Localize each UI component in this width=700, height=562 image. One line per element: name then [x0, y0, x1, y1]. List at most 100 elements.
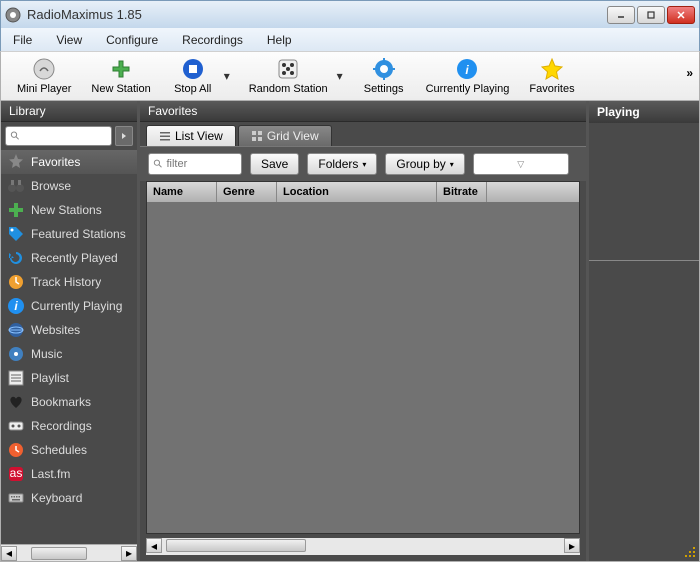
sidebar-item-new-stations[interactable]: New Stations: [1, 198, 137, 222]
sidebar-item-label: Recently Played: [31, 251, 118, 265]
divider: [589, 260, 699, 261]
scroll-track[interactable]: [17, 546, 121, 561]
favorites-header: Favorites: [140, 101, 586, 122]
sidebar-item-browse[interactable]: Browse: [1, 174, 137, 198]
scroll-left-button[interactable]: ◂: [146, 538, 162, 553]
list-icon: [7, 369, 25, 387]
undo-icon: [7, 249, 25, 267]
cassette-icon: [7, 417, 25, 435]
currently-playing-button[interactable]: i Currently Playing: [418, 55, 518, 97]
app-icon: [5, 7, 21, 23]
window-title: RadioMaximus 1.85: [27, 7, 607, 22]
binoculars-icon: [7, 177, 25, 195]
sidebar-item-label: New Stations: [31, 203, 102, 217]
sort-dropdown[interactable]: ▽: [473, 153, 569, 175]
heart-icon: [7, 393, 25, 411]
sidebar-item-websites[interactable]: Websites: [1, 318, 137, 342]
center-hscroll[interactable]: ◂ ▸: [146, 538, 580, 555]
sidebar-item-keyboard[interactable]: Keyboard: [1, 486, 137, 510]
menu-view[interactable]: View: [52, 31, 86, 49]
search-icon: [10, 130, 21, 142]
library-search-wrap[interactable]: [5, 126, 112, 146]
view-tabs: List View Grid View: [140, 122, 586, 146]
sidebar-item-currently-playing[interactable]: i Currently Playing: [1, 294, 137, 318]
center-panel: Favorites List View Grid View Save Folde…: [137, 101, 589, 561]
scroll-right-button[interactable]: ▸: [121, 546, 137, 561]
library-sidebar: Library FavoritesBrowseNew StationsFeatu…: [1, 101, 137, 561]
stop-all-dropdown[interactable]: ▾: [223, 56, 231, 96]
filter-input-wrap[interactable]: [148, 153, 242, 175]
sidebar-item-label: Featured Stations: [31, 227, 126, 241]
tab-grid-view[interactable]: Grid View: [238, 125, 332, 146]
library-search-go[interactable]: [115, 126, 133, 146]
radio-icon: [32, 57, 56, 81]
stations-table: NameGenreLocationBitrate: [146, 181, 580, 534]
sidebar-item-bookmarks[interactable]: Bookmarks: [1, 390, 137, 414]
sidebar-item-favorites[interactable]: Favorites: [1, 150, 137, 174]
sidebar-item-label: Currently Playing: [31, 299, 122, 313]
star-icon: [7, 153, 25, 171]
maximize-button[interactable]: [637, 6, 665, 24]
toolbar-overflow[interactable]: »: [686, 66, 693, 80]
resize-grip[interactable]: [683, 545, 697, 559]
save-button[interactable]: Save: [250, 153, 299, 175]
clock-icon: [7, 273, 25, 291]
table-body: [147, 202, 579, 533]
scroll-track[interactable]: [162, 538, 564, 553]
sidebar-item-label: Schedules: [31, 443, 87, 457]
sidebar-item-recently-played[interactable]: Recently Played: [1, 246, 137, 270]
sidebar-item-last-fm[interactable]: as Last.fm: [1, 462, 137, 486]
scroll-left-button[interactable]: ◂: [1, 546, 17, 561]
column-name[interactable]: Name: [147, 182, 217, 202]
dice-icon: [276, 57, 300, 81]
new-station-button[interactable]: New Station: [83, 55, 158, 97]
plus-icon: [7, 201, 25, 219]
sidebar-item-label: Keyboard: [31, 491, 82, 505]
gear-icon: [372, 57, 396, 81]
lastfm-icon: as: [7, 465, 25, 483]
scroll-thumb[interactable]: [166, 539, 306, 552]
stop-all-button[interactable]: Stop All: [163, 55, 223, 97]
caret-down-icon: ▾: [362, 160, 366, 169]
random-station-dropdown[interactable]: ▾: [336, 56, 344, 96]
settings-button[interactable]: Settings: [354, 55, 414, 97]
scroll-right-button[interactable]: ▸: [564, 538, 580, 553]
mini-player-button[interactable]: Mini Player: [9, 55, 79, 97]
menu-configure[interactable]: Configure: [102, 31, 162, 49]
info-icon: i: [455, 57, 479, 81]
favorites-button[interactable]: Favorites: [521, 55, 582, 97]
library-search-input[interactable]: [21, 130, 107, 142]
minimize-button[interactable]: [607, 6, 635, 24]
sidebar-item-music[interactable]: Music: [1, 342, 137, 366]
info-icon: i: [7, 297, 25, 315]
sidebar-item-label: Last.fm: [31, 467, 70, 481]
folders-button[interactable]: Folders▾: [307, 153, 377, 175]
sidebar-item-schedules[interactable]: Schedules: [1, 438, 137, 462]
globe-icon: [7, 321, 25, 339]
close-button[interactable]: [667, 6, 695, 24]
sidebar-item-featured-stations[interactable]: Featured Stations: [1, 222, 137, 246]
keyboard-icon: [7, 489, 25, 507]
list-icon: [159, 130, 171, 142]
sidebar-item-label: Music: [31, 347, 62, 361]
menu-recordings[interactable]: Recordings: [178, 31, 247, 49]
menu-file[interactable]: File: [9, 31, 36, 49]
sidebar-hscroll[interactable]: ◂ ▸: [1, 544, 137, 561]
sidebar-item-recordings[interactable]: Recordings: [1, 414, 137, 438]
playing-body: [589, 123, 699, 561]
toolbar: Mini Player New Station Stop All ▾ Rando…: [0, 51, 700, 101]
star-icon: [540, 57, 564, 81]
group-by-button[interactable]: Group by▾: [385, 153, 464, 175]
tab-list-view[interactable]: List View: [146, 125, 236, 146]
sidebar-item-track-history[interactable]: Track History: [1, 270, 137, 294]
random-station-button[interactable]: Random Station: [241, 55, 336, 97]
column-genre[interactable]: Genre: [217, 182, 277, 202]
sidebar-item-label: Websites: [31, 323, 80, 337]
filter-input[interactable]: [163, 158, 237, 170]
menu-help[interactable]: Help: [263, 31, 296, 49]
cd-icon: [7, 345, 25, 363]
column-location[interactable]: Location: [277, 182, 437, 202]
column-bitrate[interactable]: Bitrate: [437, 182, 487, 202]
sidebar-item-playlist[interactable]: Playlist: [1, 366, 137, 390]
scroll-thumb[interactable]: [31, 547, 87, 560]
